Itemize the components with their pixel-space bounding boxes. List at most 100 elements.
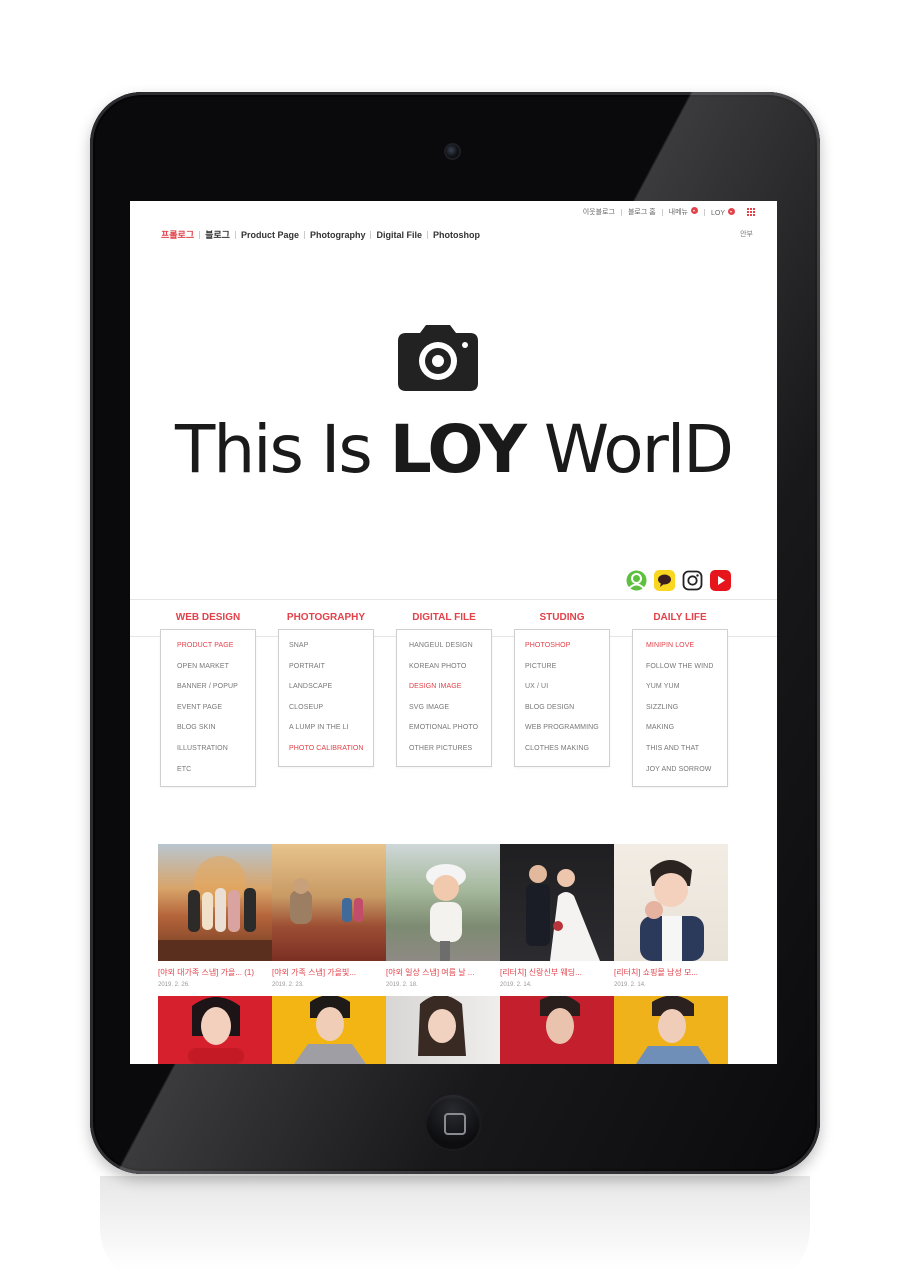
- post-thumbnail[interactable]: [500, 844, 614, 961]
- category-item[interactable]: LANDSCAPE: [289, 677, 373, 698]
- post-thumbnail[interactable]: [272, 996, 386, 1064]
- post-card[interactable]: [리터치] 쇼핑몰 남성 모... 2019. 2. 14.: [614, 844, 728, 988]
- app-grid-icon[interactable]: [747, 208, 755, 216]
- post-card[interactable]: [614, 996, 728, 1064]
- category-item[interactable]: CLOSEUP: [289, 698, 373, 719]
- nav-item-product-page[interactable]: Product Page: [241, 230, 299, 240]
- category-item[interactable]: THIS AND THAT: [646, 739, 727, 760]
- post-thumbnail[interactable]: [386, 996, 500, 1064]
- kakao-talk-icon[interactable]: [654, 570, 675, 591]
- category-item[interactable]: MAKING: [646, 718, 727, 739]
- category-title[interactable]: DAILY LIFE: [632, 611, 728, 629]
- post-thumbnail[interactable]: [500, 996, 614, 1064]
- category-item[interactable]: BANNER / POPUP: [177, 677, 255, 698]
- category-item[interactable]: HANGEUL DESIGN: [409, 636, 491, 657]
- post-title[interactable]: [리터치] 신랑신부 웨딩...: [500, 967, 614, 978]
- post-card[interactable]: [야외 대가족 스냅] 가을... (1) 2019. 2. 26.: [158, 844, 272, 988]
- dropdown-icon: [690, 207, 698, 214]
- category-item[interactable]: MINIPIN LOVE: [646, 636, 727, 657]
- post-date: 2019. 2. 14.: [614, 982, 646, 988]
- separator: [427, 230, 428, 239]
- nav-item-digital-file[interactable]: Digital File: [376, 230, 422, 240]
- guestbook-link[interactable]: 안부: [740, 229, 753, 239]
- separator: [303, 230, 305, 239]
- post-title[interactable]: [야외 일상 스냅] 여름 날 ...: [386, 967, 500, 978]
- category-item[interactable]: EVENT PAGE: [177, 698, 255, 719]
- category-item[interactable]: DESIGN IMAGE: [409, 677, 491, 698]
- front-camera: [446, 145, 459, 158]
- separator: [234, 230, 236, 239]
- post-card[interactable]: [야외 일상 스냅] 여름 날 ... 2019. 2. 18.: [386, 844, 500, 988]
- category-item[interactable]: KOREAN PHOTO: [409, 657, 491, 678]
- category-item[interactable]: OTHER PICTURES: [409, 739, 491, 760]
- post-title[interactable]: [리터치] 쇼핑몰 남성 모...: [614, 967, 728, 978]
- category-item[interactable]: EMOTIONAL PHOTO: [409, 718, 491, 739]
- category-item[interactable]: BLOG DESIGN: [525, 698, 609, 719]
- category-dropdown: PHOTOSHOP PICTURE UX / UI BLOG DESIGN WE…: [514, 629, 610, 767]
- category-item[interactable]: WEB PROGRAMMING: [525, 718, 609, 739]
- category-item[interactable]: ETC: [177, 760, 255, 781]
- category-web-design: WEB DESIGN PRODUCT PAGE OPEN MARKET BANN…: [160, 611, 256, 788]
- category-item[interactable]: CLOTHES MAKING: [525, 739, 609, 760]
- category-item[interactable]: PHOTOSHOP: [525, 636, 609, 657]
- category-dropdown: HANGEUL DESIGN KOREAN PHOTO DESIGN IMAGE…: [396, 629, 492, 767]
- category-dropdown: PRODUCT PAGE OPEN MARKET BANNER / POPUP …: [160, 629, 256, 788]
- category-item[interactable]: PORTRAIT: [289, 657, 373, 678]
- category-item[interactable]: FOLLOW THE WIND: [646, 657, 727, 678]
- post-card[interactable]: [386, 996, 500, 1064]
- profile-icon[interactable]: [626, 570, 647, 591]
- category-title[interactable]: WEB DESIGN: [160, 611, 256, 629]
- post-card[interactable]: [272, 996, 386, 1064]
- post-thumbnail[interactable]: [158, 996, 272, 1064]
- category-item[interactable]: BLOG SKIN: [177, 718, 255, 739]
- top-utility-bar: 이웃블로그 블로그 홈 내메뉴 LOY: [583, 207, 755, 217]
- post-thumbnail[interactable]: [272, 844, 386, 961]
- post-thumbnail[interactable]: [158, 844, 272, 961]
- category-item[interactable]: ILLUSTRATION: [177, 739, 255, 760]
- camera-icon: [398, 325, 478, 391]
- post-card[interactable]: [158, 996, 272, 1064]
- blog-home-link[interactable]: 블로그 홈: [628, 207, 656, 217]
- post-thumbnail[interactable]: [614, 844, 728, 961]
- home-button[interactable]: [426, 1095, 480, 1149]
- post-date: 2019. 2. 14.: [500, 982, 532, 988]
- post-thumbnail[interactable]: [614, 996, 728, 1064]
- user-name: LOY: [710, 209, 725, 217]
- category-title[interactable]: PHOTOGRAPHY: [278, 611, 374, 629]
- dropdown-icon: [728, 207, 735, 215]
- post-thumbnail[interactable]: [386, 844, 500, 961]
- category-item[interactable]: A LUMP IN THE LI: [289, 718, 373, 739]
- category-item[interactable]: PICTURE: [525, 657, 609, 678]
- nav-item-photography[interactable]: Photography: [310, 230, 366, 240]
- user-dropdown[interactable]: LOY: [710, 207, 735, 217]
- youtube-icon[interactable]: [710, 570, 731, 591]
- category-item[interactable]: PHOTO CALIBRATION: [289, 739, 373, 760]
- nav-item-blog[interactable]: 블로그: [205, 228, 230, 241]
- hero-title: This Is LOY WorlD: [130, 411, 777, 488]
- separator: [370, 230, 372, 239]
- category-item[interactable]: OPEN MARKET: [177, 657, 255, 678]
- post-title[interactable]: [야외 가족 스냅] 가을빛...: [272, 967, 386, 978]
- post-title[interactable]: [야외 대가족 스냅] 가을... (1): [158, 967, 272, 978]
- post-card[interactable]: [500, 996, 614, 1064]
- neighbor-blog-link[interactable]: 이웃블로그: [583, 207, 615, 217]
- instagram-icon[interactable]: [682, 570, 703, 591]
- category-item[interactable]: SNAP: [289, 636, 373, 657]
- category-item[interactable]: UX / UI: [525, 677, 609, 698]
- category-item[interactable]: JOY AND SORROW: [646, 760, 727, 781]
- category-item[interactable]: PRODUCT PAGE: [177, 636, 255, 657]
- category-item[interactable]: SIZZLING: [646, 698, 727, 719]
- post-card[interactable]: [리터치] 신랑신부 웨딩... 2019. 2. 14.: [500, 844, 614, 988]
- category-title[interactable]: DIGITAL FILE: [396, 611, 492, 629]
- category-item[interactable]: SVG IMAGE: [409, 698, 491, 719]
- my-menu-dropdown[interactable]: 내메뉴: [669, 207, 698, 217]
- category-title[interactable]: STUDING: [514, 611, 610, 629]
- post-date: 2019. 2. 23.: [272, 982, 304, 988]
- blog-screen: 이웃블로그 블로그 홈 내메뉴 LOY 프롤로그 블로그 Product Pag…: [130, 201, 777, 1064]
- hero-title-bold: LOY: [389, 411, 527, 488]
- separator: [199, 230, 201, 239]
- nav-item-photoshop[interactable]: Photoshop: [433, 230, 480, 240]
- post-card[interactable]: [야외 가족 스냅] 가을빛... 2019. 2. 23.: [272, 844, 386, 988]
- category-item[interactable]: YUM YUM: [646, 677, 727, 698]
- nav-item-prologue[interactable]: 프롤로그: [161, 228, 194, 241]
